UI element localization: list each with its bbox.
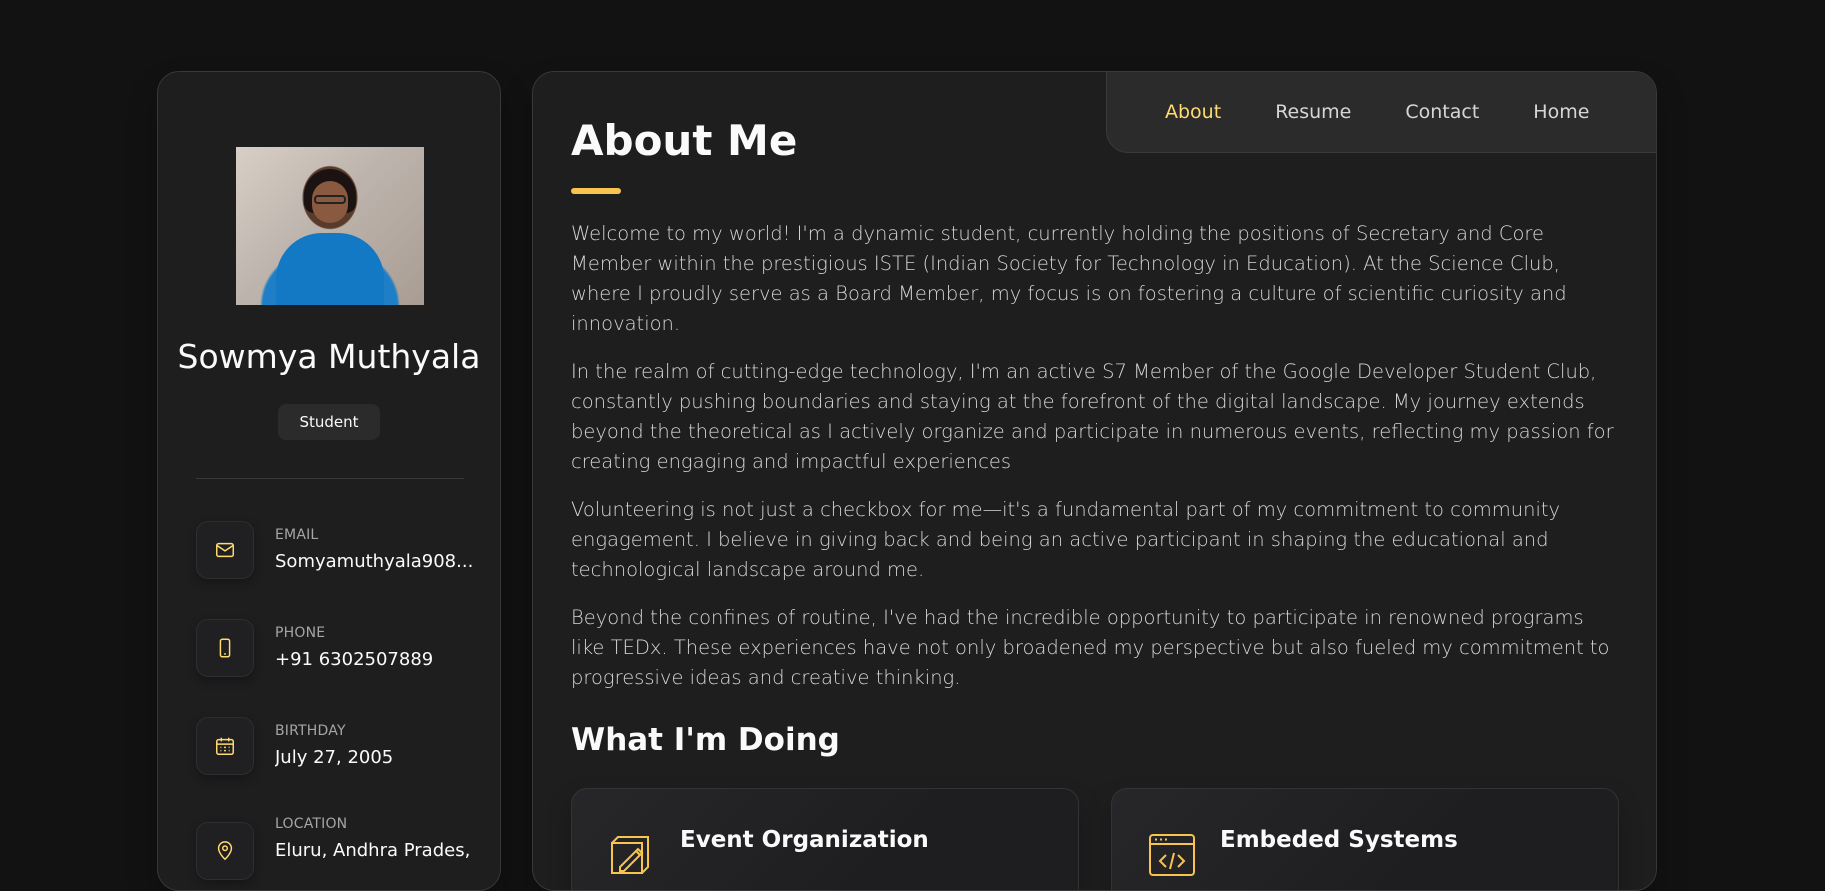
birthday-value: July 27, 2005 bbox=[275, 747, 394, 768]
contact-birthday: Birthday July 27, 2005 bbox=[196, 717, 476, 777]
calendar-icon bbox=[196, 717, 254, 775]
nav-contact[interactable]: Contact bbox=[1405, 101, 1479, 123]
nav-home[interactable]: Home bbox=[1533, 101, 1589, 123]
contact-email: Email Somyamuthyala908... bbox=[196, 521, 476, 581]
avatar bbox=[236, 147, 424, 305]
service-card-event-organization: Event Organization bbox=[571, 788, 1079, 890]
location-value: Eluru, Andhra Prades, bbox=[275, 840, 471, 861]
email-link[interactable]: Somyamuthyala908... bbox=[275, 551, 475, 572]
main-content: About Resume Contact Home About Me Welco… bbox=[532, 71, 1657, 891]
event-sketch-icon bbox=[606, 829, 658, 881]
service-title: Event Organization bbox=[680, 827, 929, 853]
profile-name: Sowmya Muthyala bbox=[177, 337, 481, 376]
service-card-embeded-systems: Embeded Systems bbox=[1111, 788, 1619, 890]
nav-resume[interactable]: Resume bbox=[1275, 101, 1351, 123]
sidebar: Sowmya Muthyala Student Email Somyamuthy… bbox=[157, 71, 501, 891]
about-paragraph: Welcome to my world! I'm a dynamic stude… bbox=[571, 222, 1567, 335]
section-title: What I'm Doing bbox=[571, 722, 840, 758]
about-paragraph: Volunteering is not just a checkbox for … bbox=[571, 498, 1561, 581]
contact-label: Email bbox=[275, 527, 319, 543]
separator bbox=[196, 478, 464, 479]
role-badge: Student bbox=[278, 404, 380, 440]
contact-phone: Phone +91 6302507889 bbox=[196, 619, 476, 679]
about-text: Welcome to my world! I'm a dynamic stude… bbox=[571, 219, 1621, 711]
mail-icon bbox=[196, 521, 254, 579]
code-window-icon bbox=[1146, 829, 1198, 881]
navbar: About Resume Contact Home bbox=[1106, 72, 1656, 153]
nav-about[interactable]: About bbox=[1165, 101, 1221, 123]
service-title: Embeded Systems bbox=[1220, 827, 1458, 853]
about-paragraph: In the realm of cutting-edge technology,… bbox=[571, 360, 1614, 473]
about-paragraph: Beyond the confines of routine, I've had… bbox=[571, 606, 1610, 689]
page-title: About Me bbox=[571, 116, 798, 165]
title-underline bbox=[571, 188, 621, 194]
contact-label: Location bbox=[275, 816, 348, 832]
contact-label: Phone bbox=[275, 625, 326, 641]
phone-icon bbox=[196, 619, 254, 677]
contact-label: Birthday bbox=[275, 723, 346, 739]
contact-location: Location Eluru, Andhra Prades, bbox=[196, 810, 476, 880]
phone-link[interactable]: +91 6302507889 bbox=[275, 649, 475, 670]
location-pin-icon bbox=[196, 822, 254, 880]
